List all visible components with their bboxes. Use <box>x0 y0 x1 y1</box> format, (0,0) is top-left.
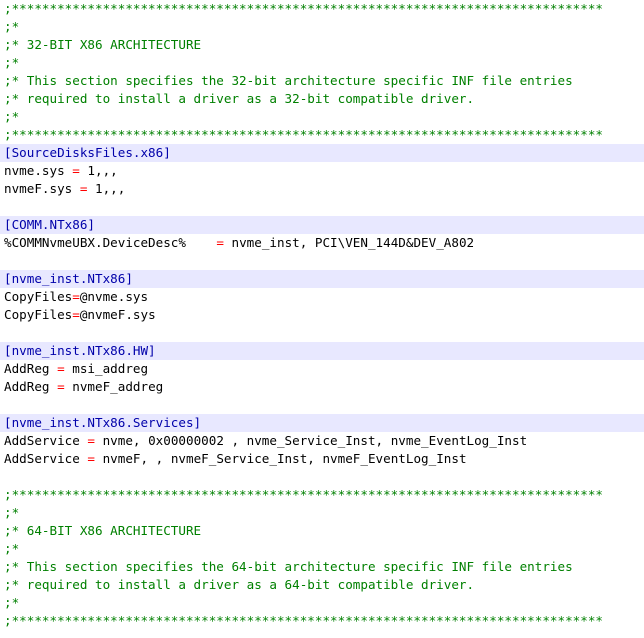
comment-text: ;* <box>4 541 20 556</box>
comment-line[interactable]: ;* <box>0 108 644 126</box>
section-header-line[interactable]: [nvme_inst.NTx86.Services] <box>0 414 644 432</box>
code-line[interactable]: nvme.sys = 1,,, <box>0 162 644 180</box>
section-header-line[interactable]: [COMM.NTx86] <box>0 216 644 234</box>
key-token: AddService <box>4 451 88 466</box>
comment-text: ;* required to install a driver as a 64-… <box>4 577 475 592</box>
key-token: nvme.sys <box>4 163 73 178</box>
blank-line[interactable] <box>0 198 644 216</box>
comment-line[interactable]: ;* <box>0 54 644 72</box>
comment-text: ;***************************************… <box>4 487 603 502</box>
section-header-line[interactable]: [SourceDisksFiles.x86] <box>0 144 644 162</box>
value-token: nvmeF_addreg <box>64 379 164 394</box>
comment-text: ;* 32-BIT X86 ARCHITECTURE <box>4 37 202 52</box>
comment-text: ;***************************************… <box>4 1 603 16</box>
key-token: AddService <box>4 433 88 448</box>
section-header-line[interactable]: [nvme_inst.NTx86.HW] <box>0 342 644 360</box>
comment-text: ;* This section specifies the 64-bit arc… <box>4 559 573 574</box>
code-line[interactable]: AddReg = nvmeF_addreg <box>0 378 644 396</box>
blank-line[interactable] <box>0 252 644 270</box>
value-token: 1,,, <box>79 163 118 178</box>
comment-line[interactable]: ;* <box>0 540 644 558</box>
comment-line[interactable]: ;* 64-BIT X86 ARCHITECTURE <box>0 522 644 540</box>
comment-text: ;* required to install a driver as a 32-… <box>4 91 475 106</box>
comment-line[interactable]: ;* This section specifies the 32-bit arc… <box>0 72 644 90</box>
key-token: %COMMNvmeUBX.DeviceDesc% <box>4 235 217 250</box>
value-token: msi_addreg <box>64 361 149 376</box>
value-token: @nvme.sys <box>79 289 149 304</box>
section-header-line[interactable]: [nvme_inst.NTx86] <box>0 270 644 288</box>
key-token: nvmeF.sys <box>4 181 80 196</box>
comment-line[interactable]: ;***************************************… <box>0 0 644 18</box>
comment-line[interactable]: ;***************************************… <box>0 126 644 144</box>
blank-line[interactable] <box>0 396 644 414</box>
value-token: 1,,, <box>87 181 126 196</box>
comment-text: ;* This section specifies the 32-bit arc… <box>4 73 573 88</box>
operator-token: = <box>57 361 65 376</box>
blank-line[interactable] <box>0 324 644 342</box>
comment-text: ;* <box>4 595 20 610</box>
comment-line[interactable]: ;* <box>0 18 644 36</box>
key-token: AddReg <box>4 379 58 394</box>
value-token: @nvmeF.sys <box>79 307 156 322</box>
comment-text: ;***************************************… <box>4 127 603 142</box>
operator-token: = <box>72 307 80 322</box>
operator-token: = <box>87 451 95 466</box>
operator-token: = <box>72 289 80 304</box>
value-token: nvme, 0x00000002 , nvme_Service_Inst, nv… <box>95 433 528 448</box>
section-name: [COMM.NTx86] <box>4 217 95 232</box>
code-line[interactable]: AddService = nvmeF, , nvmeF_Service_Inst… <box>0 450 644 468</box>
operator-token: = <box>72 163 80 178</box>
code-line[interactable]: nvmeF.sys = 1,,, <box>0 180 644 198</box>
value-token: nvmeF, , nvmeF_Service_Inst, nvmeF_Event… <box>95 451 467 466</box>
key-token: AddReg <box>4 361 58 376</box>
comment-line[interactable]: ;* required to install a driver as a 64-… <box>0 576 644 594</box>
key-token: CopyFiles <box>4 289 73 304</box>
section-name: [nvme_inst.NTx86] <box>4 271 133 286</box>
blank-line[interactable] <box>0 468 644 486</box>
comment-text: ;***************************************… <box>4 613 603 628</box>
comment-line[interactable]: ;* 32-BIT X86 ARCHITECTURE <box>0 36 644 54</box>
comment-line[interactable]: ;* This section specifies the 64-bit arc… <box>0 558 644 576</box>
section-name: [SourceDisksFiles.x86] <box>4 145 171 160</box>
code-line[interactable]: CopyFiles=@nvmeF.sys <box>0 306 644 324</box>
key-token: CopyFiles <box>4 307 73 322</box>
comment-text: ;* <box>4 55 20 70</box>
comment-text: ;* <box>4 505 20 520</box>
operator-token: = <box>57 379 65 394</box>
section-name: [nvme_inst.NTx86.HW] <box>4 343 156 358</box>
comment-line[interactable]: ;* <box>0 504 644 522</box>
comment-text: ;* <box>4 109 20 124</box>
value-token: nvme_inst, PCI\VEN_144D&DEV_A802 <box>223 235 475 250</box>
comment-line[interactable]: ;***************************************… <box>0 486 644 504</box>
comment-text: ;* <box>4 19 20 34</box>
code-line[interactable]: %COMMNvmeUBX.DeviceDesc% = nvme_inst, PC… <box>0 234 644 252</box>
section-name: [nvme_inst.NTx86.Services] <box>4 415 202 430</box>
operator-token: = <box>216 235 224 250</box>
comment-line[interactable]: ;* required to install a driver as a 32-… <box>0 90 644 108</box>
comment-text: ;* 64-BIT X86 ARCHITECTURE <box>4 523 202 538</box>
comment-line[interactable]: ;***************************************… <box>0 612 644 630</box>
operator-token: = <box>87 433 95 448</box>
code-line[interactable]: AddService = nvme, 0x00000002 , nvme_Ser… <box>0 432 644 450</box>
code-line[interactable]: AddReg = msi_addreg <box>0 360 644 378</box>
code-line[interactable]: CopyFiles=@nvme.sys <box>0 288 644 306</box>
code-editor[interactable]: ;***************************************… <box>0 0 644 638</box>
comment-line[interactable]: ;* <box>0 594 644 612</box>
